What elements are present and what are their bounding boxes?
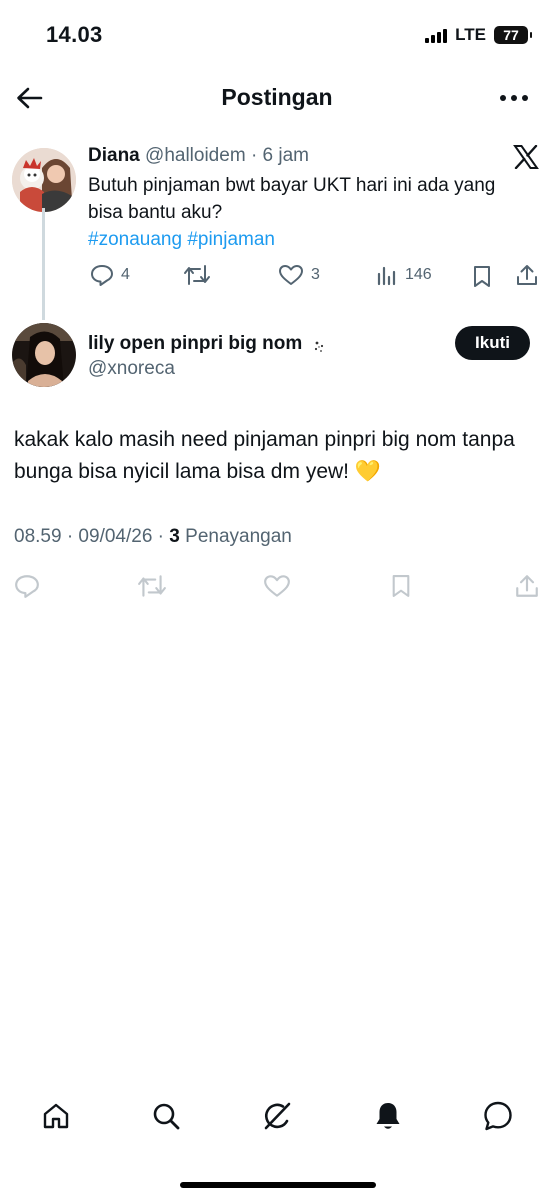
battery-icon: 77: [494, 26, 532, 44]
x-logo: [512, 143, 540, 171]
network-label: LTE: [455, 25, 486, 44]
nav-grok[interactable]: [260, 1099, 294, 1133]
sparkle-icon: [314, 341, 323, 352]
reply-icon: [91, 265, 113, 286]
views-count: 3: [169, 526, 180, 547]
bookmark-button[interactable]: [470, 264, 494, 288]
home-indicator[interactable]: [180, 1182, 376, 1188]
like-button[interactable]: [262, 574, 292, 598]
reply-tweet-text: Butuh pinjaman bwt bayar UKT hari ini ad…: [88, 172, 528, 253]
main-tweet-text: kakak kalo masih need pinjaman pinpri bi…: [14, 428, 515, 483]
share-icon: [516, 575, 538, 597]
heart-icon: [279, 265, 303, 285]
author-handle[interactable]: @xnoreca: [88, 358, 175, 380]
home-icon: [43, 1103, 69, 1129]
main-author: lily open pinpri big nom: [88, 333, 326, 355]
nav-home[interactable]: [40, 1100, 72, 1132]
more-button[interactable]: [496, 88, 532, 108]
grok-icon: [264, 1102, 291, 1130]
nav-notifications[interactable]: [372, 1100, 404, 1132]
views-label: Penayangan: [185, 526, 292, 547]
views-action[interactable]: 146: [376, 264, 432, 286]
message-icon: [484, 1101, 512, 1131]
heart-icon: [264, 575, 290, 597]
like-count: 3: [311, 266, 320, 283]
avatar-image: [12, 323, 76, 387]
main-action-bar: [0, 570, 554, 602]
bar-chart-icon: [377, 266, 396, 286]
status-time: 14.03: [46, 22, 103, 47]
bell-icon: [376, 1103, 400, 1129]
bookmark-icon: [392, 575, 410, 597]
retweet-action[interactable]: [183, 264, 218, 286]
share-icon: [517, 265, 537, 285]
avatar[interactable]: [12, 148, 76, 212]
share-button[interactable]: [514, 262, 540, 288]
reply-header: Diana @halloidem · 6 jam: [88, 145, 309, 167]
page-title: Postingan: [221, 84, 333, 110]
bookmark-icon: [474, 265, 490, 287]
x-logo-icon: [513, 145, 539, 169]
reply-icon: [15, 575, 39, 598]
reply-count: 4: [121, 266, 130, 283]
like-action[interactable]: 3: [278, 264, 320, 286]
avatar[interactable]: [12, 323, 76, 387]
thread-line: [42, 208, 45, 320]
reply-button[interactable]: [14, 574, 40, 598]
status-indicators: LTE 77: [425, 25, 532, 45]
share-button[interactable]: [513, 572, 541, 600]
nav-messages[interactable]: [482, 1100, 514, 1132]
bookmark-button[interactable]: [389, 574, 413, 598]
more-dots-icon: [500, 95, 528, 101]
author-name[interactable]: Diana: [88, 145, 140, 166]
hashtag-links[interactable]: #zonauang #pinjaman: [88, 229, 275, 250]
post-meta: 08.59 · 09/04/26 · 3 Penayangan: [14, 526, 292, 548]
avatar-image: [12, 148, 76, 212]
post-timestamp: 08.59 · 09/04/26 ·: [14, 526, 170, 547]
search-icon: [153, 1103, 180, 1130]
reply-action[interactable]: 4: [90, 264, 130, 286]
author-name[interactable]: lily open pinpri big nom: [88, 333, 302, 354]
follow-button[interactable]: Ikuti: [455, 326, 530, 360]
signal-icon: [425, 27, 448, 43]
view-count: 146: [405, 266, 432, 283]
post-time: · 6 jam: [250, 145, 310, 166]
retweet-button[interactable]: [136, 574, 168, 598]
retweet-icon: [184, 265, 210, 285]
retweet-icon: [138, 575, 166, 597]
nav-search[interactable]: [150, 1100, 182, 1132]
reply-text-body: Butuh pinjaman bwt bayar UKT hari ini ad…: [88, 175, 496, 223]
author-handle[interactable]: @halloidem: [145, 145, 246, 166]
